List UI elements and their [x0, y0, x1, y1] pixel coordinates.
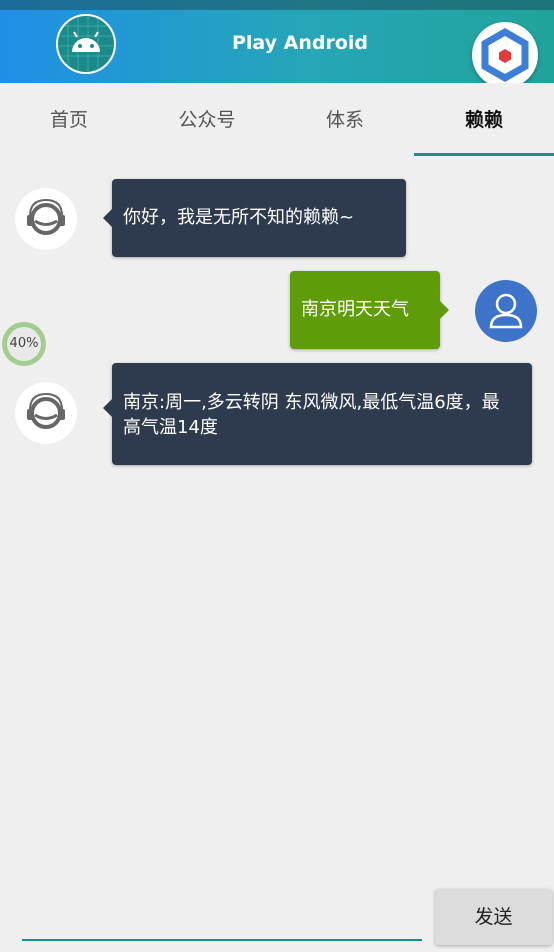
progress-text: 40% [7, 327, 41, 361]
tab-bar: 首页 公众号 体系 赖赖 [0, 83, 554, 157]
tab-active-indicator [414, 153, 554, 156]
user-icon [489, 293, 523, 329]
user-avatar [475, 280, 537, 342]
bot-avatar [15, 188, 77, 250]
bot-message-bubble: 南京:周一,多云转阴 东风微风,最低气温6度，最高气温14度 [103, 363, 532, 465]
message-text: 你好，我是无所不知的赖赖~ [123, 207, 355, 228]
tab-official-accounts[interactable]: 公众号 [138, 83, 276, 157]
bot-message-bubble: 你好，我是无所不知的赖赖~ [103, 179, 406, 257]
hexagon-app-icon[interactable] [472, 22, 538, 88]
message-text: 南京:周一,多云转阴 东风微风,最低气温6度，最高气温14度 [123, 392, 500, 438]
send-button[interactable]: 发送 [435, 889, 552, 945]
progress-badge[interactable]: 40% [2, 322, 46, 366]
app-bar: Play Android [0, 0, 554, 83]
tab-chat-bot[interactable]: 赖赖 [414, 83, 554, 157]
message-text: 南京明天天气 [301, 299, 409, 320]
headset-icon [27, 198, 65, 235]
status-bar [0, 0, 554, 10]
headset-icon [27, 392, 65, 429]
app-title: Play Android [231, 32, 369, 54]
user-message-bubble: 南京明天天气 [290, 271, 449, 349]
tab-system[interactable]: 体系 [276, 83, 414, 157]
tab-home[interactable]: 首页 [0, 83, 138, 157]
message-input[interactable] [22, 939, 422, 941]
bot-avatar [15, 382, 77, 444]
app-screen: Play Android 首页 公众号 体系 赖赖 你好，我是无所不知的赖赖~ … [0, 0, 554, 952]
